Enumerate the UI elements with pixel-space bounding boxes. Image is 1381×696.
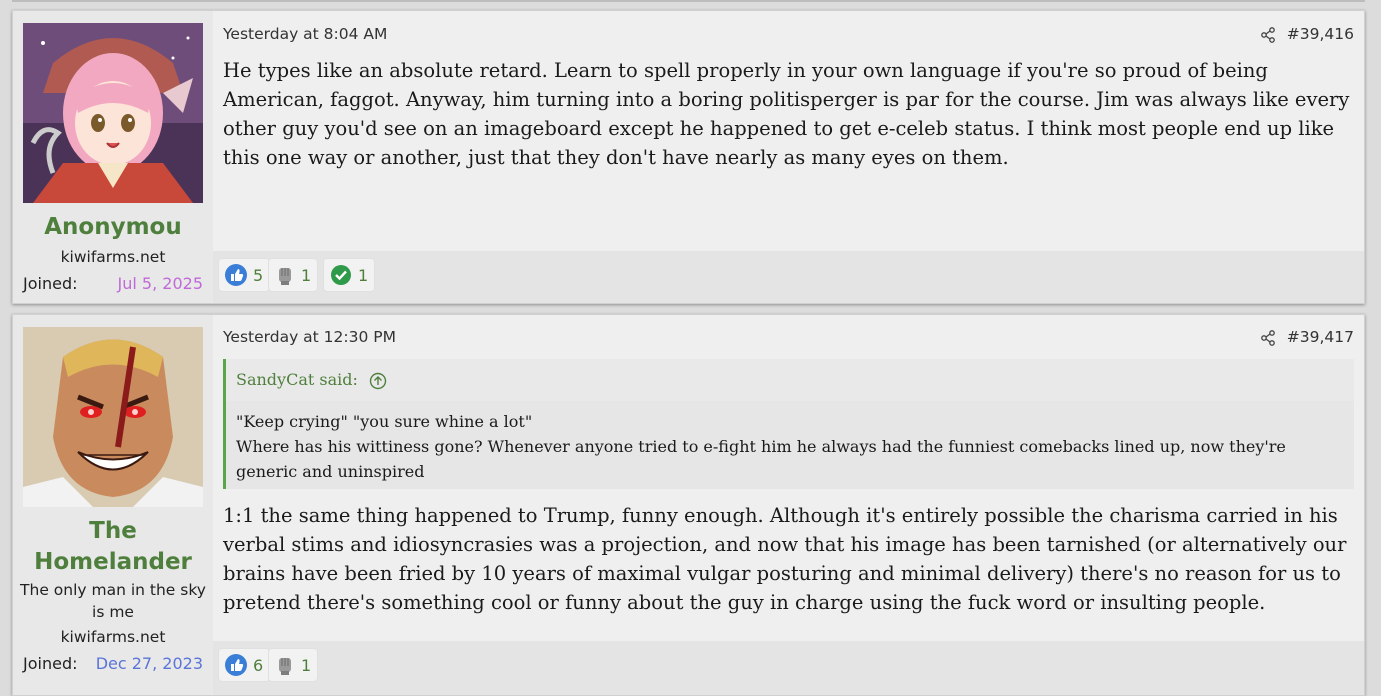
reaction-count: 1 [358,265,369,285]
post: The Homelander The only man in the sky i… [12,314,1365,696]
quote-line: "Keep crying" "you sure whine a lot" [236,412,533,431]
username[interactable]: Anonymou [13,212,213,243]
joined-label: Joined: [23,274,78,293]
fist-icon [279,268,291,285]
thumbs-up-icon [225,264,247,286]
post-date[interactable]: Yesterday at 8:04 AM [223,25,387,43]
anime-girl-avatar-icon [23,23,203,203]
reaction-count: 6 [253,655,264,675]
reaction-count: 1 [301,655,312,675]
post: Anonymou kiwifarms.net Joined: Jul 5, 20… [12,10,1365,304]
post-body: He types like an absolute retard. Learn … [223,59,1350,169]
quote-content: "Keep crying" "you sure whine a lot" Whe… [236,409,1344,484]
quote-block: SandyCat said: "Keep crying" "you sure w… [223,359,1354,489]
reaction-like[interactable]: 5 [218,258,271,292]
quote-header[interactable]: SandyCat said: [226,359,1354,401]
checkmark-icon [331,265,351,285]
user-avatar[interactable] [23,23,203,203]
quote-line: Where has his wittiness gone? Whenever a… [236,437,1286,481]
previous-post-edge [12,0,1365,2]
share-icon[interactable] [1260,330,1276,346]
post-content: Yesterday at 12:30 PM #39,417 SandyCat s… [213,315,1364,695]
reaction-like[interactable]: 6 [218,648,271,682]
reaction-count: 5 [253,265,264,285]
post-content: Yesterday at 8:04 AM #39,416 He types li… [213,11,1364,303]
user-site: kiwifarms.net [60,248,166,266]
user-site: kiwifarms.net [60,628,166,646]
reaction-fist[interactable]: 1 [268,258,319,292]
user-info-panel: The Homelander The only man in the sky i… [13,315,213,695]
thumbs-up-icon [225,654,247,676]
user-title: The only man in the sky is me [20,581,206,621]
reaction-count: 1 [301,265,312,285]
jump-to-quote-icon[interactable] [369,372,387,390]
user-avatar[interactable] [23,327,203,507]
fist-icon [279,658,291,675]
post-number-link[interactable]: #39,416 [1287,25,1354,43]
post-body: 1:1 the same thing happened to Trump, fu… [223,504,1347,614]
username[interactable]: The Homelander [13,516,213,578]
post-date[interactable]: Yesterday at 12:30 PM [223,328,396,346]
share-icon[interactable] [1260,27,1276,43]
user-info-panel: Anonymou kiwifarms.net Joined: Jul 5, 20… [13,11,213,303]
reaction-fist[interactable]: 1 [268,648,319,682]
joined-label: Joined: [23,654,78,673]
joined-date: Dec 27, 2023 [95,654,203,673]
reaction-agree[interactable]: 1 [323,258,376,292]
post-number-link[interactable]: #39,417 [1287,328,1354,346]
reaction-bar: 6 1 [213,641,1364,695]
joined-date: Jul 5, 2025 [117,274,203,293]
reaction-bar: 5 1 1 [213,251,1364,303]
quote-author[interactable]: SandyCat said: [236,370,358,389]
villain-face-avatar-icon [23,327,203,507]
